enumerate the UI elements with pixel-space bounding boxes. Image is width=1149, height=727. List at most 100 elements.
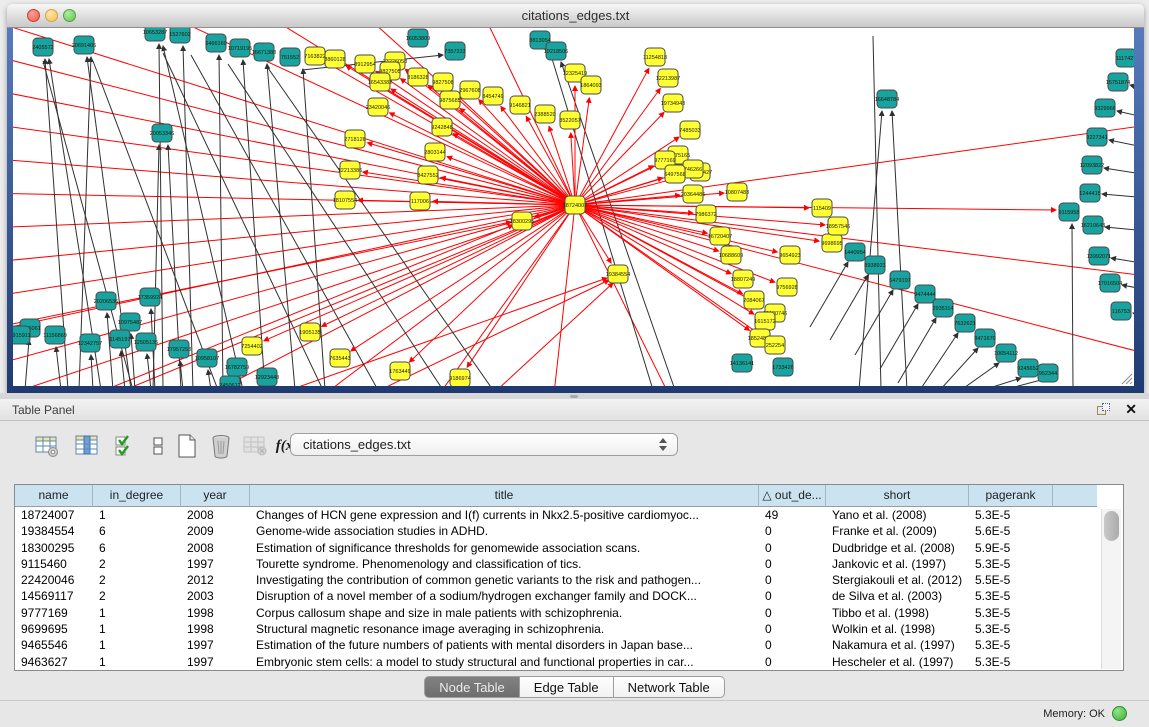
table-row[interactable]: 977716911998Corpus callosum shape and si… <box>15 605 1097 621</box>
network-node[interactable]: 7632621 <box>954 314 975 332</box>
network-node[interactable]: 1733426 <box>772 358 793 376</box>
citation-edge-black[interactable] <box>1072 224 1073 386</box>
citation-edge-black[interactable] <box>1102 194 1134 198</box>
table-vertical-scrollbar[interactable] <box>1101 509 1121 669</box>
network-node[interactable]: 3915911 <box>13 326 31 344</box>
table-selector-dropdown[interactable]: citations_edges.txt <box>290 433 678 456</box>
network-node[interactable]: 2405572 <box>32 38 53 56</box>
network-node[interactable]: 10975487 <box>118 313 142 331</box>
network-node[interactable]: 18957546 <box>826 217 850 235</box>
table-row[interactable]: 911546021997Tourette syndrome. Phenomeno… <box>15 556 1097 572</box>
network-node[interactable]: 9242848 <box>431 118 452 136</box>
citation-edge-black[interactable] <box>810 262 848 327</box>
network-node[interactable]: 746266 <box>683 160 703 178</box>
network-node[interactable]: 12505135 <box>134 333 158 351</box>
network-node[interactable]: 1117427 <box>1116 49 1134 67</box>
network-canvas-svg[interactable]: 1872400771638228860128891295423226058982… <box>13 28 1134 386</box>
network-node[interactable]: 9698695 <box>821 234 842 252</box>
citation-edge-black[interactable] <box>830 275 868 340</box>
table-settings-icon[interactable] <box>32 431 62 461</box>
network-node[interactable]: 8454749 <box>482 87 503 105</box>
network-node[interactable]: 1864093 <box>580 76 601 94</box>
network-node[interactable]: 10719195 <box>228 39 252 57</box>
network-node[interactable]: 16720407 <box>708 227 732 245</box>
network-node[interactable]: 1440954 <box>844 243 865 261</box>
citation-edge-black[interactable] <box>163 53 323 386</box>
table-row[interactable]: 1456911722003Disruption of a novel membe… <box>15 588 1097 604</box>
column-header-year[interactable]: year <box>181 485 250 507</box>
new-table-icon[interactable] <box>172 431 202 461</box>
citation-edge-black[interactable] <box>191 55 378 386</box>
column-header-short[interactable]: short <box>826 485 969 507</box>
network-node[interactable]: 14136141 <box>730 354 754 372</box>
citation-edge-black[interactable] <box>159 44 163 386</box>
citation-edge-red[interactable] <box>453 134 575 205</box>
network-node[interactable]: 2967608 <box>459 81 480 99</box>
citation-edge-red[interactable] <box>363 172 575 205</box>
network-node[interactable]: 18807249 <box>731 270 755 288</box>
citation-edge-red[interactable] <box>13 222 511 328</box>
column-header-in_degree[interactable]: in_degree <box>93 485 181 507</box>
network-node[interactable]: 9756928 <box>776 278 797 296</box>
network-node[interactable]: 16671388 <box>252 43 276 61</box>
network-node[interactable]: 9227341 <box>1086 128 1107 146</box>
network-node[interactable]: 9875685 <box>439 91 460 109</box>
network-node[interactable]: 8427552 <box>417 166 438 184</box>
citation-edge-red[interactable] <box>13 205 575 228</box>
network-node[interactable]: 18107554 <box>333 191 357 209</box>
table-row[interactable]: 946362711997Embryonic stem cells: a mode… <box>15 654 1097 670</box>
citation-edge-black[interactable] <box>1122 285 1134 290</box>
memory-ok-indicator[interactable] <box>1112 706 1127 721</box>
column-header-title[interactable]: title <box>250 485 759 507</box>
network-node[interactable]: 13992071 <box>1087 247 1111 265</box>
citation-edge-red[interactable] <box>13 158 575 205</box>
citation-edge-black[interactable] <box>1111 258 1134 264</box>
network-node[interactable]: 18724007 <box>563 196 587 214</box>
network-node[interactable]: 8912954 <box>354 55 375 73</box>
citation-edge-black[interactable] <box>920 333 958 386</box>
network-node[interactable]: 12213386 <box>338 161 362 179</box>
network-node[interactable]: 8186328 <box>407 68 428 86</box>
table-row[interactable]: 1830029562008Estimation of significance … <box>15 540 1097 556</box>
network-node[interactable]: 8860128 <box>324 50 345 68</box>
tab-edge-table[interactable]: Edge Table <box>520 676 614 698</box>
table-row[interactable]: 969969511998Structural magnetic resonanc… <box>15 621 1097 637</box>
network-node[interactable]: 23420046 <box>366 98 390 116</box>
network-node[interactable]: 9146821 <box>509 96 530 114</box>
network-node[interactable]: 9827508 <box>432 73 453 91</box>
network-node[interactable]: 1145197 <box>109 330 130 348</box>
network-node[interactable]: 20053346 <box>150 124 174 142</box>
citation-edge-red[interactable] <box>409 205 575 362</box>
network-node[interactable]: 10654112 <box>994 344 1018 362</box>
column-header-name[interactable]: name <box>15 485 93 507</box>
network-node[interactable]: 19734943 <box>661 94 685 112</box>
network-node[interactable]: 116753 <box>1111 302 1131 320</box>
citation-edge-black[interactable] <box>961 363 999 386</box>
network-node[interactable]: 952344 <box>1038 364 1058 382</box>
network-node[interactable]: 2084067 <box>743 291 764 309</box>
network-node[interactable]: 117006 <box>410 192 430 210</box>
network-node[interactable]: 9245652 <box>1017 359 1038 377</box>
network-node[interactable]: 10688609 <box>719 246 743 264</box>
citation-edge-black[interactable] <box>91 355 93 386</box>
network-node[interactable]: 16210643 <box>1081 216 1105 234</box>
network-node[interactable]: 17359924 <box>138 288 162 306</box>
network-node[interactable]: 10653287 <box>143 28 167 41</box>
citation-edge-black[interactable] <box>219 55 223 386</box>
citation-edge-black[interactable] <box>107 313 113 386</box>
network-node[interactable]: 9115958 <box>1058 203 1079 221</box>
network-node[interactable]: 252254 <box>765 336 785 354</box>
citation-edge-black[interactable] <box>56 347 61 386</box>
network-node[interactable]: 2935114 <box>932 299 953 317</box>
table-row[interactable]: 946554611997Estimation of the future num… <box>15 637 1097 653</box>
network-node[interactable]: 7635443 <box>329 349 350 367</box>
citation-edge-black[interactable] <box>163 46 243 386</box>
citation-edge-black[interactable] <box>1117 111 1134 118</box>
network-node[interactable]: 6497568 <box>664 165 685 183</box>
network-node[interactable]: 16543382 <box>368 73 392 91</box>
citation-edge-black[interactable] <box>855 290 893 355</box>
citation-edge-black[interactable] <box>1105 227 1134 231</box>
network-node[interactable]: 751552 <box>280 48 300 66</box>
show-columns-icon[interactable] <box>72 431 102 461</box>
network-node[interactable]: 12093822 <box>1080 156 1104 174</box>
